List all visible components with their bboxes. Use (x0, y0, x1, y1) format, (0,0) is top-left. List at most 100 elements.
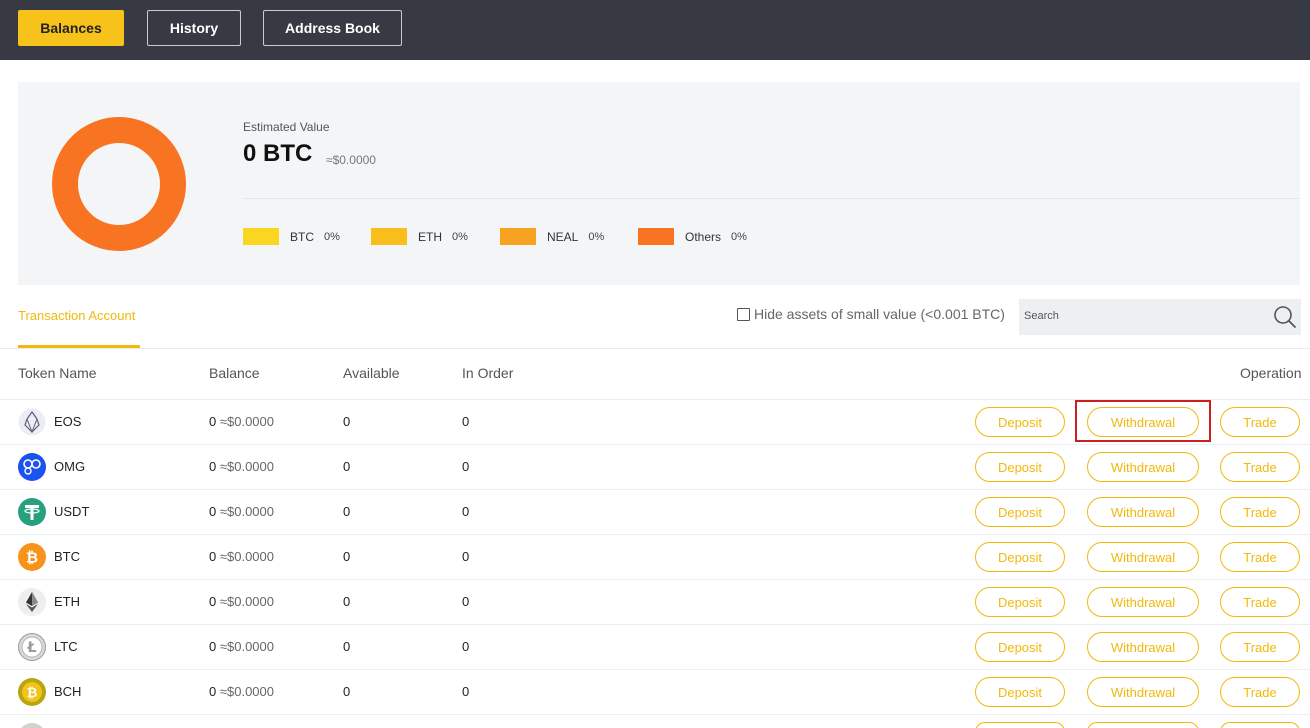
balance-cell: 0 ≈$0.0000 (209, 549, 274, 564)
table-row: USDT 0 ≈$0.0000 0 0 Deposit Withdrawal T… (0, 489, 1310, 534)
deposit-button[interactable]: Deposit (975, 542, 1065, 572)
available-value: 0 (343, 684, 351, 699)
search-input[interactable]: Search (1019, 299, 1301, 335)
trade-button[interactable]: Trade (1220, 407, 1300, 437)
token-name: USDT (54, 504, 90, 519)
legend-item-neal: NEAL 0% (500, 228, 604, 245)
balance-usd: ≈$0.0000 (219, 414, 274, 429)
estimated-value: 0 BTC (243, 140, 313, 167)
withdrawal-highlight-box (1075, 400, 1211, 442)
estimated-value-label: Estimated Value (243, 120, 330, 134)
trade-button[interactable]: Trade (1220, 452, 1300, 482)
in-order-value: 0 (462, 504, 470, 519)
available-value: 0 (343, 639, 351, 654)
balance-value: 0 (209, 504, 217, 519)
balance-cell: 0 ≈$0.0000 (209, 639, 274, 654)
withdrawal-button[interactable]: Withdrawal (1087, 587, 1199, 617)
legend-label: Others (685, 229, 722, 244)
address-book-tab-button[interactable]: Address Book (263, 10, 402, 46)
token-name: BCH (54, 684, 82, 699)
hide-small-assets-toggle[interactable]: Hide assets of small value (<0.001 BTC) (737, 306, 1005, 322)
column-header-token: Token Name (18, 365, 97, 381)
trade-button[interactable]: Trade (1220, 542, 1300, 572)
history-tab-button[interactable]: History (147, 10, 241, 46)
trade-button[interactable]: Trade (1220, 497, 1300, 527)
table-row-partial (0, 714, 1310, 728)
usdt-icon (18, 498, 46, 526)
deposit-button[interactable]: Deposit (975, 677, 1065, 707)
trade-button[interactable]: Trade (1220, 587, 1300, 617)
column-header-in-order: In Order (462, 365, 514, 381)
legend-item-eth: ETH 0% (371, 228, 468, 245)
balance-cell: 0 ≈$0.0000 (209, 459, 274, 474)
balance-usd: ≈$0.0000 (219, 684, 274, 699)
withdrawal-button[interactable]: Withdrawal (1087, 497, 1199, 527)
withdrawal-button[interactable]: Withdrawal (1087, 677, 1199, 707)
legend-percent: 0% (324, 230, 340, 243)
table-row: OMG 0 ≈$0.0000 0 0 Deposit Withdrawal Tr… (0, 444, 1310, 489)
withdrawal-button[interactable]: Withdrawal (1087, 542, 1199, 572)
balances-tab-button[interactable]: Balances (18, 10, 124, 46)
withdrawal-button-partial[interactable] (1087, 722, 1199, 728)
in-order-value: 0 (462, 414, 470, 429)
in-order-value: 0 (462, 684, 470, 699)
deposit-button[interactable]: Deposit (975, 497, 1065, 527)
deposit-button[interactable]: Deposit (975, 587, 1065, 617)
legend-swatch (638, 228, 674, 245)
hide-small-assets-label: Hide assets of small value (<0.001 BTC) (754, 306, 1005, 322)
deposit-button[interactable]: Deposit (975, 452, 1065, 482)
available-value: 0 (343, 414, 351, 429)
token-name: BTC (54, 549, 80, 564)
balance-usd: ≈$0.0000 (219, 504, 274, 519)
withdrawal-button[interactable]: Withdrawal (1087, 632, 1199, 662)
token-name: ETH (54, 594, 80, 609)
search-placeholder: Search (1024, 310, 1059, 322)
table-row: ETH 0 ≈$0.0000 0 0 Deposit Withdrawal Tr… (0, 579, 1310, 624)
bch-icon: ₿ (18, 678, 46, 706)
withdrawal-button[interactable]: Withdrawal (1087, 452, 1199, 482)
in-order-value: 0 (462, 459, 470, 474)
in-order-value: 0 (462, 549, 470, 564)
balance-cell: 0 ≈$0.0000 (209, 594, 274, 609)
legend-swatch (500, 228, 536, 245)
in-order-value: 0 (462, 594, 470, 609)
balance-value: 0 (209, 594, 217, 609)
allocation-donut-chart (52, 117, 186, 251)
column-header-operation: Operation (1240, 365, 1302, 381)
summary-divider (243, 198, 1300, 199)
tab-divider (0, 348, 1310, 349)
legend-label: BTC (290, 229, 314, 244)
balance-cell: 0 ≈$0.0000 (209, 504, 274, 519)
ltc-icon: Ł (18, 633, 46, 661)
balance-usd: ≈$0.0000 (219, 639, 274, 654)
btc-icon: ₿ (18, 543, 46, 571)
available-value: 0 (343, 459, 351, 474)
in-order-value: 0 (462, 639, 470, 654)
token-name: OMG (54, 459, 86, 474)
tab-transaction-account[interactable]: Transaction Account (18, 308, 135, 323)
trade-button[interactable]: Trade (1220, 632, 1300, 662)
deposit-button-partial[interactable] (975, 722, 1065, 728)
table-row: Ł LTC 0 ≈$0.0000 0 0 Deposit Withdrawal … (0, 624, 1310, 669)
trade-button-partial[interactable] (1220, 722, 1300, 728)
balance-value: 0 (209, 684, 217, 699)
deposit-button[interactable]: Deposit (975, 632, 1065, 662)
legend-swatch (243, 228, 279, 245)
deposit-button[interactable]: Deposit (975, 407, 1065, 437)
balance-value: 0 (209, 549, 217, 564)
token-icon-partial (21, 723, 43, 728)
available-value: 0 (343, 549, 351, 564)
top-nav-bar: Balances History Address Book (0, 0, 1310, 60)
balance-summary-panel: Estimated Value 0 BTC ≈$0.0000 BTC 0% ET… (18, 82, 1300, 285)
available-value: 0 (343, 504, 351, 519)
hide-small-assets-checkbox[interactable] (737, 307, 750, 321)
column-header-available: Available (343, 365, 400, 381)
svg-text:₿: ₿ (26, 549, 38, 567)
search-icon[interactable] (1272, 304, 1298, 330)
available-value: 0 (343, 594, 351, 609)
table-row: ₿ BCH 0 ≈$0.0000 0 0 Deposit Withdrawal … (0, 669, 1310, 714)
estimated-usd-value: ≈$0.0000 (326, 153, 376, 167)
table-row: ₿ BTC 0 ≈$0.0000 0 0 Deposit Withdrawal … (0, 534, 1310, 579)
balance-value: 0 (209, 639, 217, 654)
trade-button[interactable]: Trade (1220, 677, 1300, 707)
